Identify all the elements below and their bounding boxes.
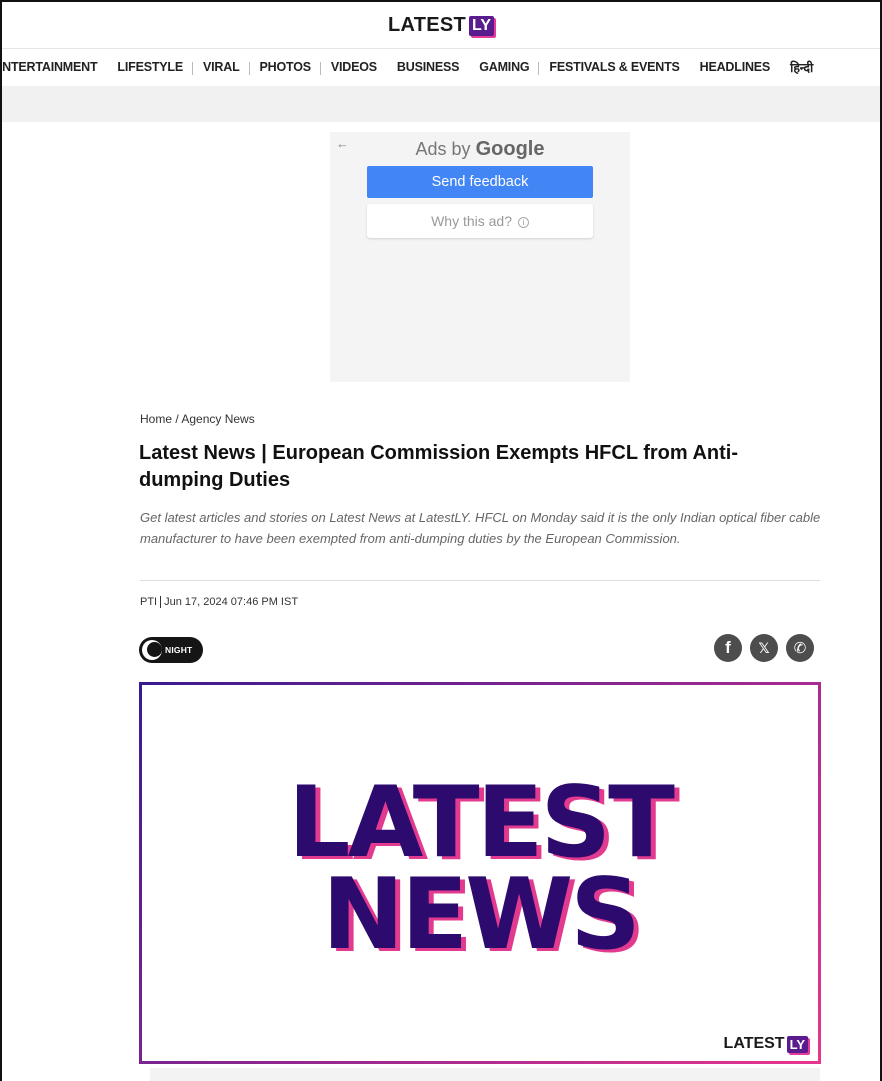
article-summary: Get latest articles and stories on Lates…	[140, 510, 821, 546]
hero-watermark-badge: LY	[786, 1035, 808, 1053]
main-nav: ENTERTAINMENT LIFESTYLE VIRAL PHOTOS VID…	[2, 48, 880, 84]
hero-line-2: NEWS	[322, 858, 641, 972]
night-mode-label: NIGHT	[165, 645, 193, 655]
hero-watermark-text: LATEST	[723, 1035, 785, 1052]
ads-by-label: Ads by	[415, 139, 471, 159]
logo-text: LATEST	[387, 14, 467, 36]
nav-item-videos[interactable]: VIDEOS	[321, 60, 387, 74]
ad-banner-placeholder	[2, 86, 880, 122]
google-brand: Google	[475, 138, 545, 160]
info-icon: i	[517, 216, 529, 228]
google-ad: ← Ads by Google Send feedback Why this a…	[330, 132, 630, 382]
nav-item-lifestyle[interactable]: LIFESTYLE	[107, 60, 193, 75]
facebook-icon[interactable]: f	[714, 634, 742, 662]
send-feedback-button[interactable]: Send feedback	[367, 166, 593, 198]
moon-icon	[142, 640, 162, 660]
breadcrumb[interactable]: Home / Agency News	[140, 412, 255, 426]
nav-item-festivals-events[interactable]: FESTIVALS & EVENTS	[539, 60, 689, 74]
nav-item-headlines[interactable]: HEADLINES	[690, 60, 780, 74]
nav-item-gaming[interactable]: GAMING	[469, 60, 540, 75]
content-below-fold	[150, 1068, 820, 1081]
night-mode-toggle[interactable]: NIGHT	[139, 637, 203, 663]
why-this-ad-button[interactable]: Why this ad? i	[367, 204, 593, 238]
share-buttons: f 𝕏 ✆	[714, 634, 814, 662]
page-title: Latest News | European Commission Exempt…	[139, 442, 739, 491]
nav-item-entertainment[interactable]: ENTERTAINMENT	[2, 60, 107, 74]
nav-item-viral[interactable]: VIRAL	[193, 60, 250, 75]
ads-by-google: Ads by Google	[330, 138, 630, 161]
byline: PTI Jun 17, 2024 07:46 PM IST	[140, 596, 299, 609]
byline-date: Jun 17, 2024 07:46 PM IST	[164, 596, 299, 608]
nav-item-hindi[interactable]: हिन्दी	[780, 59, 823, 76]
logo-badge: LY	[469, 15, 495, 36]
hero-watermark-logo: LATEST LY	[724, 1035, 808, 1053]
divider	[140, 580, 820, 581]
nav-item-photos[interactable]: PHOTOS	[250, 60, 322, 75]
why-this-ad-label: Why this ad?	[431, 213, 513, 229]
header: LATEST LY	[0, 14, 882, 37]
byline-separator	[160, 596, 162, 609]
x-twitter-icon[interactable]: 𝕏	[750, 634, 778, 662]
nav-item-business[interactable]: BUSINESS	[387, 60, 469, 74]
site-logo[interactable]: LATEST LY	[387, 14, 495, 37]
whatsapp-icon[interactable]: ✆	[786, 634, 814, 662]
hero-image: LATEST NEWS LATEST LY	[139, 682, 821, 1064]
byline-source: PTI	[140, 596, 158, 608]
